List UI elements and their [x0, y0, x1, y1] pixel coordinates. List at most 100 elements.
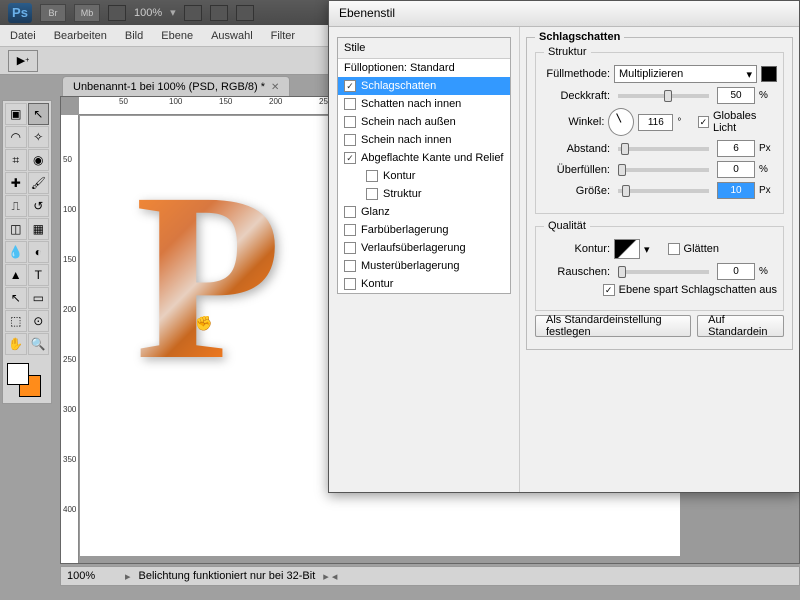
- style-checkbox[interactable]: ✓: [344, 152, 356, 164]
- close-tab-icon[interactable]: ✕: [271, 82, 279, 93]
- dialog-title[interactable]: Ebenenstil: [329, 1, 799, 27]
- style-item[interactable]: Glanz: [338, 203, 510, 221]
- bridge-button[interactable]: Br: [40, 4, 66, 22]
- style-item[interactable]: Schatten nach innen: [338, 95, 510, 113]
- style-item[interactable]: Verlaufsüberlagerung: [338, 239, 510, 257]
- 3d-tool[interactable]: ⬚: [5, 310, 27, 332]
- shadow-color[interactable]: [761, 66, 777, 82]
- status-zoom[interactable]: 100%: [67, 570, 117, 582]
- style-checkbox[interactable]: [344, 260, 356, 272]
- deg-unit: °: [677, 117, 694, 128]
- 3d-cam[interactable]: ⊙: [28, 310, 50, 332]
- path-select[interactable]: ↖: [5, 287, 27, 309]
- doc-tab-label: Unbenannt-1 bei 100% (PSD, RGB/8) *: [73, 81, 265, 93]
- antialias-check[interactable]: [668, 243, 680, 255]
- pen-tool[interactable]: ▲: [5, 264, 27, 286]
- crop-tool[interactable]: ⌗: [5, 149, 27, 171]
- size-slider[interactable]: [618, 189, 709, 193]
- hand-tool[interactable]: ✋: [5, 333, 27, 355]
- noise-input[interactable]: 0: [717, 263, 755, 280]
- type-tool[interactable]: T: [28, 264, 50, 286]
- px-unit: Px: [759, 143, 777, 154]
- distance-slider[interactable]: [618, 147, 709, 151]
- lasso-tool[interactable]: ◠: [5, 126, 27, 148]
- style-checkbox[interactable]: [366, 170, 378, 182]
- screen-mode-icon[interactable]: [108, 5, 126, 21]
- style-checkbox[interactable]: [366, 188, 378, 200]
- history-brush[interactable]: ↺: [28, 195, 50, 217]
- dropdown-arrow-icon[interactable]: ▾: [170, 6, 176, 19]
- style-checkbox[interactable]: [344, 224, 356, 236]
- style-checkbox[interactable]: [344, 206, 356, 218]
- dodge-tool[interactable]: ◐: [28, 241, 50, 263]
- heal-tool[interactable]: ✚: [5, 172, 27, 194]
- minibridge-button[interactable]: Mb: [74, 4, 100, 22]
- style-item[interactable]: ✓Schlagschatten: [338, 77, 510, 95]
- hand-tool-icon[interactable]: [184, 5, 202, 21]
- foreground-color[interactable]: [7, 363, 29, 385]
- style-item[interactable]: Struktur: [338, 185, 510, 203]
- opacity-input[interactable]: 50: [717, 87, 755, 104]
- extras-icon[interactable]: [236, 5, 254, 21]
- brush-tool[interactable]: 🖌: [28, 172, 50, 194]
- menu-ebene[interactable]: Ebene: [161, 30, 193, 42]
- style-item[interactable]: Kontur: [338, 275, 510, 293]
- knockout-check[interactable]: ✓: [603, 284, 615, 296]
- shape-tool[interactable]: ▭: [28, 287, 50, 309]
- blend-select[interactable]: Multiplizieren▾: [614, 65, 757, 83]
- menu-bild[interactable]: Bild: [125, 30, 143, 42]
- global-light-check[interactable]: ✓: [698, 116, 709, 128]
- fill-options[interactable]: Fülloptionen: Standard: [338, 59, 510, 77]
- style-item[interactable]: Kontur: [338, 167, 510, 185]
- style-checkbox[interactable]: [344, 116, 356, 128]
- style-item[interactable]: Musterüberlagerung: [338, 257, 510, 275]
- style-item[interactable]: Farbüberlagerung: [338, 221, 510, 239]
- style-item[interactable]: Schein nach innen: [338, 131, 510, 149]
- style-checkbox[interactable]: [344, 242, 356, 254]
- zoom-tool[interactable]: 🔍: [28, 333, 50, 355]
- reset-default-button[interactable]: Auf Standardein: [697, 315, 784, 337]
- angle-dial[interactable]: [608, 108, 634, 136]
- chevron-down-icon[interactable]: ▾: [644, 243, 650, 256]
- style-label: Schatten nach innen: [361, 98, 461, 110]
- angle-input[interactable]: 116: [638, 114, 673, 131]
- menu-auswahl[interactable]: Auswahl: [211, 30, 253, 42]
- gradient-tool[interactable]: ▦: [28, 218, 50, 240]
- menu-filter[interactable]: Filter: [271, 30, 295, 42]
- arrange-icon[interactable]: [210, 5, 228, 21]
- make-default-button[interactable]: Als Standardeinstellung festlegen: [535, 315, 691, 337]
- ruler-tick: 150: [219, 97, 232, 106]
- spread-slider[interactable]: [618, 168, 709, 172]
- angle-label: Winkel:: [542, 116, 604, 128]
- noise-slider[interactable]: [618, 270, 709, 274]
- ruler-tick: 50: [119, 97, 128, 106]
- spread-input[interactable]: 0: [717, 161, 755, 178]
- style-checkbox[interactable]: ✓: [344, 80, 356, 92]
- stamp-tool[interactable]: ⎍: [5, 195, 27, 217]
- move-tool[interactable]: ▣: [5, 103, 27, 125]
- menu-datei[interactable]: Datei: [10, 30, 36, 42]
- active-tool-icon[interactable]: ▶+: [8, 50, 38, 72]
- distance-input[interactable]: 6: [717, 140, 755, 157]
- style-item[interactable]: Schein nach außen: [338, 113, 510, 131]
- wand-tool[interactable]: ✧: [28, 126, 50, 148]
- ruler-tick: 50: [63, 155, 72, 164]
- size-input[interactable]: 10: [717, 182, 755, 199]
- blur-tool[interactable]: 💧: [5, 241, 27, 263]
- eraser-tool[interactable]: ◫: [5, 218, 27, 240]
- contour-picker[interactable]: [614, 239, 640, 259]
- ruler-tick: 200: [63, 305, 76, 314]
- style-label: Struktur: [383, 188, 422, 200]
- eyedropper-tool[interactable]: ◉: [28, 149, 50, 171]
- move-tool-b[interactable]: ↖: [28, 103, 50, 125]
- document-tab[interactable]: Unbenannt-1 bei 100% (PSD, RGB/8) * ✕: [62, 76, 290, 98]
- opacity-slider[interactable]: [618, 94, 709, 98]
- menu-bearbeiten[interactable]: Bearbeiten: [54, 30, 107, 42]
- text-layer-p[interactable]: P: [135, 151, 315, 401]
- style-checkbox[interactable]: [344, 98, 356, 110]
- style-checkbox[interactable]: [344, 134, 356, 146]
- style-item[interactable]: ✓Abgeflachte Kante und Relief: [338, 149, 510, 167]
- style-checkbox[interactable]: [344, 278, 356, 290]
- styles-header: Stile: [338, 38, 510, 59]
- size-label: Größe:: [542, 185, 610, 197]
